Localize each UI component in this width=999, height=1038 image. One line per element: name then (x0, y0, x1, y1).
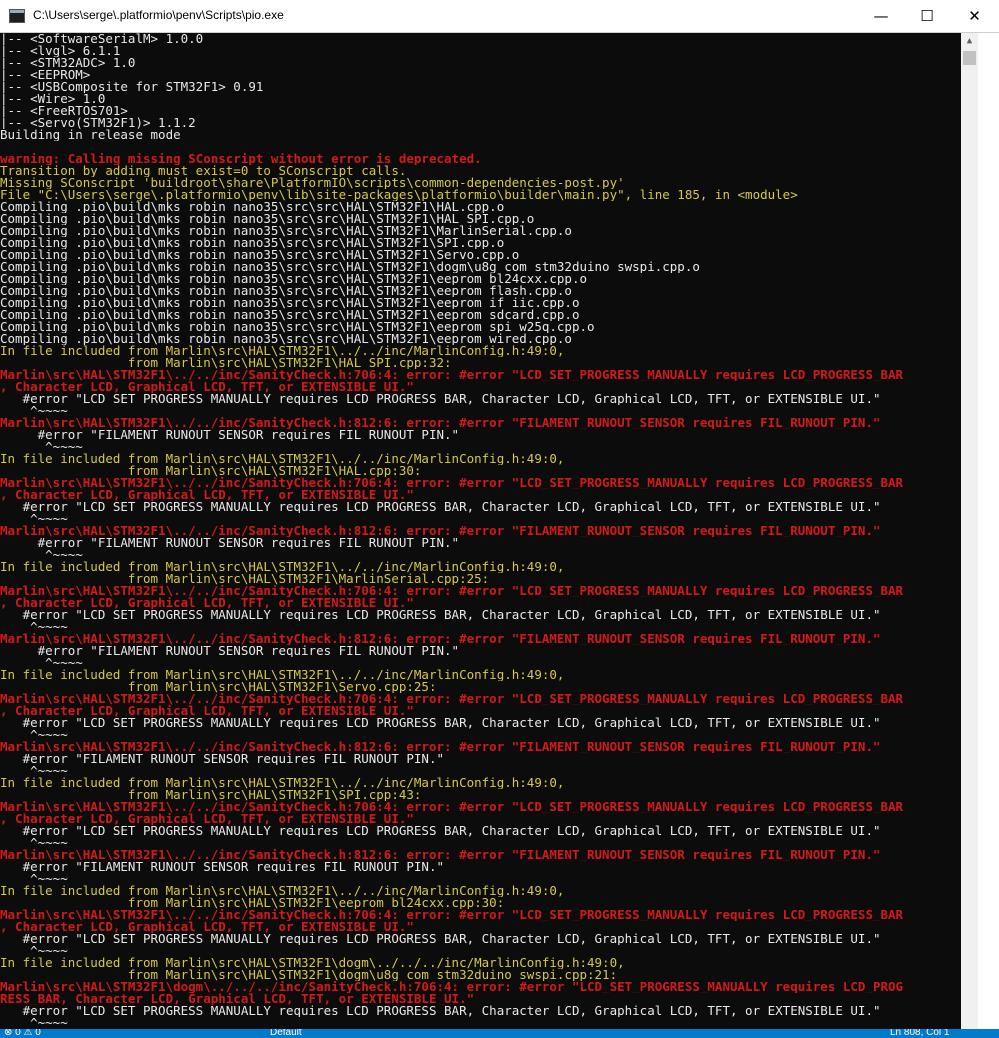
console-line: |-- <STM32ADC> 1.0 (0, 57, 136, 69)
console-line: Compiling .pio\build\mks_robin_nano35\sr… (0, 321, 595, 333)
minimize-button[interactable]: — (858, 0, 904, 32)
console-line: In file included from Marlin\src\HAL\STM… (0, 885, 565, 897)
background-window-edge (978, 33, 999, 1029)
console-line: #error "LCD_SET_PROGRESS_MANUALLY requir… (0, 501, 881, 513)
scroll-up-arrow-icon[interactable]: ▲ (961, 33, 978, 50)
console-line: Compiling .pio\build\mks_robin_nano35\sr… (0, 297, 580, 309)
console-line: from Marlin\src\HAL\STM32F1\MarlinSerial… (0, 573, 490, 585)
console-line: Marlin\src\HAL\STM32F1\../../inc/SanityC… (0, 633, 881, 645)
console-line: #error "LCD_SET_PROGRESS_MANUALLY requir… (0, 609, 881, 621)
console-line: Marlin\src\HAL\STM32F1\../../inc/SanityC… (0, 801, 904, 813)
console-line: #error "LCD_SET_PROGRESS_MANUALLY requir… (0, 1005, 881, 1017)
console-line: from Marlin\src\HAL\STM32F1\dogm\u8g_com… (0, 969, 618, 981)
console-line: from Marlin\src\HAL\STM32F1\HAL.cpp:30: (0, 465, 422, 477)
console-line: ^~~~~ (0, 837, 68, 849)
console-line: ^~~~~ (0, 945, 68, 957)
console-line: ^~~~~ (0, 441, 83, 453)
console-line: Compiling .pio\build\mks_robin_nano35\sr… (0, 285, 572, 297)
console-line: ^~~~~ (0, 873, 68, 885)
close-button[interactable]: ✕ (950, 0, 999, 32)
console-line: In file included from Marlin\src\HAL\STM… (0, 777, 565, 789)
console-line: Marlin\src\HAL\STM32F1\dogm\../../../inc… (0, 981, 904, 993)
console-line: In file included from Marlin\src\HAL\STM… (0, 957, 625, 969)
console-line: ^~~~~ (0, 729, 68, 741)
console-line: from Marlin\src\HAL\STM32F1\Servo.cpp:25… (0, 681, 437, 693)
console-line: , Character LCD, Graphical LCD, TFT, or … (0, 813, 414, 825)
console-line: Compiling .pio\build\mks_robin_nano35\sr… (0, 237, 505, 249)
console-line: Missing SConscript 'buildroot\share\Plat… (0, 177, 625, 189)
window-title: C:\Users\serge\.platformio\penv\Scripts\… (33, 8, 284, 22)
console-line: ^~~~~ (0, 765, 68, 777)
console-output[interactable]: |-- <SoftwareSerialM> 1.0.0 |-- <lvgl> 6.… (0, 33, 961, 1029)
terminal-profile[interactable]: Default (270, 1029, 302, 1038)
cursor-position[interactable]: Ln 808, Col 1 (890, 1029, 950, 1038)
console-line: #error "LCD_SET_PROGRESS_MANUALLY requir… (0, 717, 881, 729)
console-line: #error "LCD_SET_PROGRESS_MANUALLY requir… (0, 393, 881, 405)
console-line: Compiling .pio\build\mks_robin_nano35\sr… (0, 249, 520, 261)
console-line: Compiling .pio\build\mks_robin_nano35\sr… (0, 213, 535, 225)
console-line: #error "LCD_SET_PROGRESS_MANUALLY requir… (0, 825, 881, 837)
console-line: , Character LCD, Graphical LCD, TFT, or … (0, 921, 414, 933)
problems-count[interactable]: ⊗ 0 ⚠ 0 (4, 1029, 41, 1038)
console-line: |-- <USBComposite for STM32F1> 0.91 (0, 81, 264, 93)
console-line: Transition by adding must_exist=0 to SCo… (0, 165, 407, 177)
console-line: from Marlin\src\HAL\STM32F1\HAL_SPI.cpp:… (0, 357, 452, 369)
console-line: ^~~~~ (0, 549, 83, 561)
console-line: |-- <FreeRTOS701> (0, 105, 128, 117)
console-line: RESS_BAR, Character LCD, Graphical LCD, … (0, 993, 475, 1005)
console-line: warning: Calling missing SConscript with… (0, 153, 482, 165)
console-line: Marlin\src\HAL\STM32F1\../../inc/SanityC… (0, 849, 881, 861)
console-line: , Character LCD, Graphical LCD, TFT, or … (0, 597, 414, 609)
console-line: ^~~~~ (0, 405, 68, 417)
console-line: |-- <Servo(STM32F1)> 1.1.2 (0, 117, 196, 129)
console-line: #error "FILAMENT_RUNOUT_SENSOR requires … (0, 537, 460, 549)
scrollbar-thumb[interactable] (963, 51, 976, 65)
vertical-scrollbar[interactable]: ▲ (961, 33, 978, 1029)
console-line: In file included from Marlin\src\HAL\STM… (0, 561, 565, 573)
console-line: ^~~~~ (0, 621, 68, 633)
console-line: #error "FILAMENT_RUNOUT_SENSOR requires … (0, 429, 460, 441)
console-line: Compiling .pio\build\mks_robin_nano35\sr… (0, 225, 572, 237)
title-bar: C:\Users\serge\.platformio\penv\Scripts\… (0, 0, 999, 33)
console-line: ^~~~~ (0, 513, 68, 525)
status-bar: ⊗ 0 ⚠ 0 Default Ln 808, Col 1 (0, 1029, 999, 1038)
console-line: Compiling .pio\build\mks_robin_nano35\sr… (0, 273, 587, 285)
console-line: Marlin\src\HAL\STM32F1\../../inc/SanityC… (0, 693, 904, 705)
console-line: Marlin\src\HAL\STM32F1\../../inc/SanityC… (0, 585, 904, 597)
console-line: |-- <Wire> 1.0 (0, 93, 106, 105)
console-line: Building in release mode (0, 129, 181, 141)
console-line: In file included from Marlin\src\HAL\STM… (0, 669, 565, 681)
maximize-button[interactable]: ☐ (904, 0, 950, 32)
console-line: ^~~~~ (0, 1017, 68, 1029)
console-line: from Marlin\src\HAL\STM32F1\SPI.cpp:43: (0, 789, 422, 801)
console-line: Marlin\src\HAL\STM32F1\../../inc/SanityC… (0, 417, 881, 429)
console-line: #error "LCD_SET_PROGRESS_MANUALLY requir… (0, 933, 881, 945)
console-line: File "C:\Users\serge\.platformio\penv\li… (0, 189, 798, 201)
console-line: , Character LCD, Graphical LCD, TFT, or … (0, 381, 414, 393)
console-line: In file included from Marlin\src\HAL\STM… (0, 453, 565, 465)
console-app-icon (9, 9, 25, 23)
console-line: Compiling .pio\build\mks_robin_nano35\sr… (0, 261, 700, 273)
console-line: , Character LCD, Graphical LCD, TFT, or … (0, 705, 414, 717)
console-line: Compiling .pio\build\mks_robin_nano35\sr… (0, 201, 505, 213)
console-line: , Character LCD, Graphical LCD, TFT, or … (0, 489, 414, 501)
console-line: #error "FILAMENT_RUNOUT_SENSOR requires … (0, 753, 445, 765)
console-line: #error "FILAMENT_RUNOUT_SENSOR requires … (0, 861, 445, 873)
console-line: from Marlin\src\HAL\STM32F1\eeprom_bl24c… (0, 897, 505, 909)
console-line: Marlin\src\HAL\STM32F1\../../inc/SanityC… (0, 369, 904, 381)
console-line: Compiling .pio\build\mks_robin_nano35\sr… (0, 333, 572, 345)
console-line: #error "FILAMENT_RUNOUT_SENSOR requires … (0, 645, 460, 657)
console-line: Marlin\src\HAL\STM32F1\../../inc/SanityC… (0, 741, 881, 753)
console-line: Compiling .pio\build\mks_robin_nano35\sr… (0, 309, 580, 321)
console-line: In file included from Marlin\src\HAL\STM… (0, 345, 565, 357)
console-line: ^~~~~ (0, 657, 83, 669)
console-line: |-- <EEPROM> (0, 69, 91, 81)
console-line: Marlin\src\HAL\STM32F1\../../inc/SanityC… (0, 525, 881, 537)
console-line: Marlin\src\HAL\STM32F1\../../inc/SanityC… (0, 477, 904, 489)
console-line: Marlin\src\HAL\STM32F1\../../inc/SanityC… (0, 909, 904, 921)
console-line: |-- <SoftwareSerialM> 1.0.0 (0, 33, 204, 45)
console-line: |-- <lvgl> 6.1.1 (0, 45, 121, 57)
